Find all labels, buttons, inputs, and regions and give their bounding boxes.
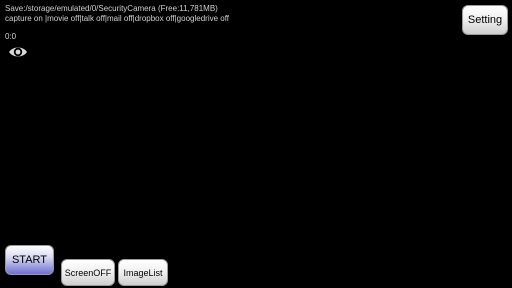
capture-options-status: capture on |movie off|talk off|mail off|…	[5, 14, 230, 23]
save-path-status: Save:/storage/emulated/0/SecurityCamera …	[5, 4, 218, 13]
capture-counter: 0:0	[5, 32, 17, 41]
image-list-button[interactable]: ImageList	[118, 259, 168, 286]
setting-button[interactable]: Setting	[462, 5, 508, 35]
eye-icon[interactable]	[8, 45, 28, 59]
start-button[interactable]: START	[5, 245, 54, 275]
screen-off-button[interactable]: ScreenOFF	[61, 259, 115, 286]
